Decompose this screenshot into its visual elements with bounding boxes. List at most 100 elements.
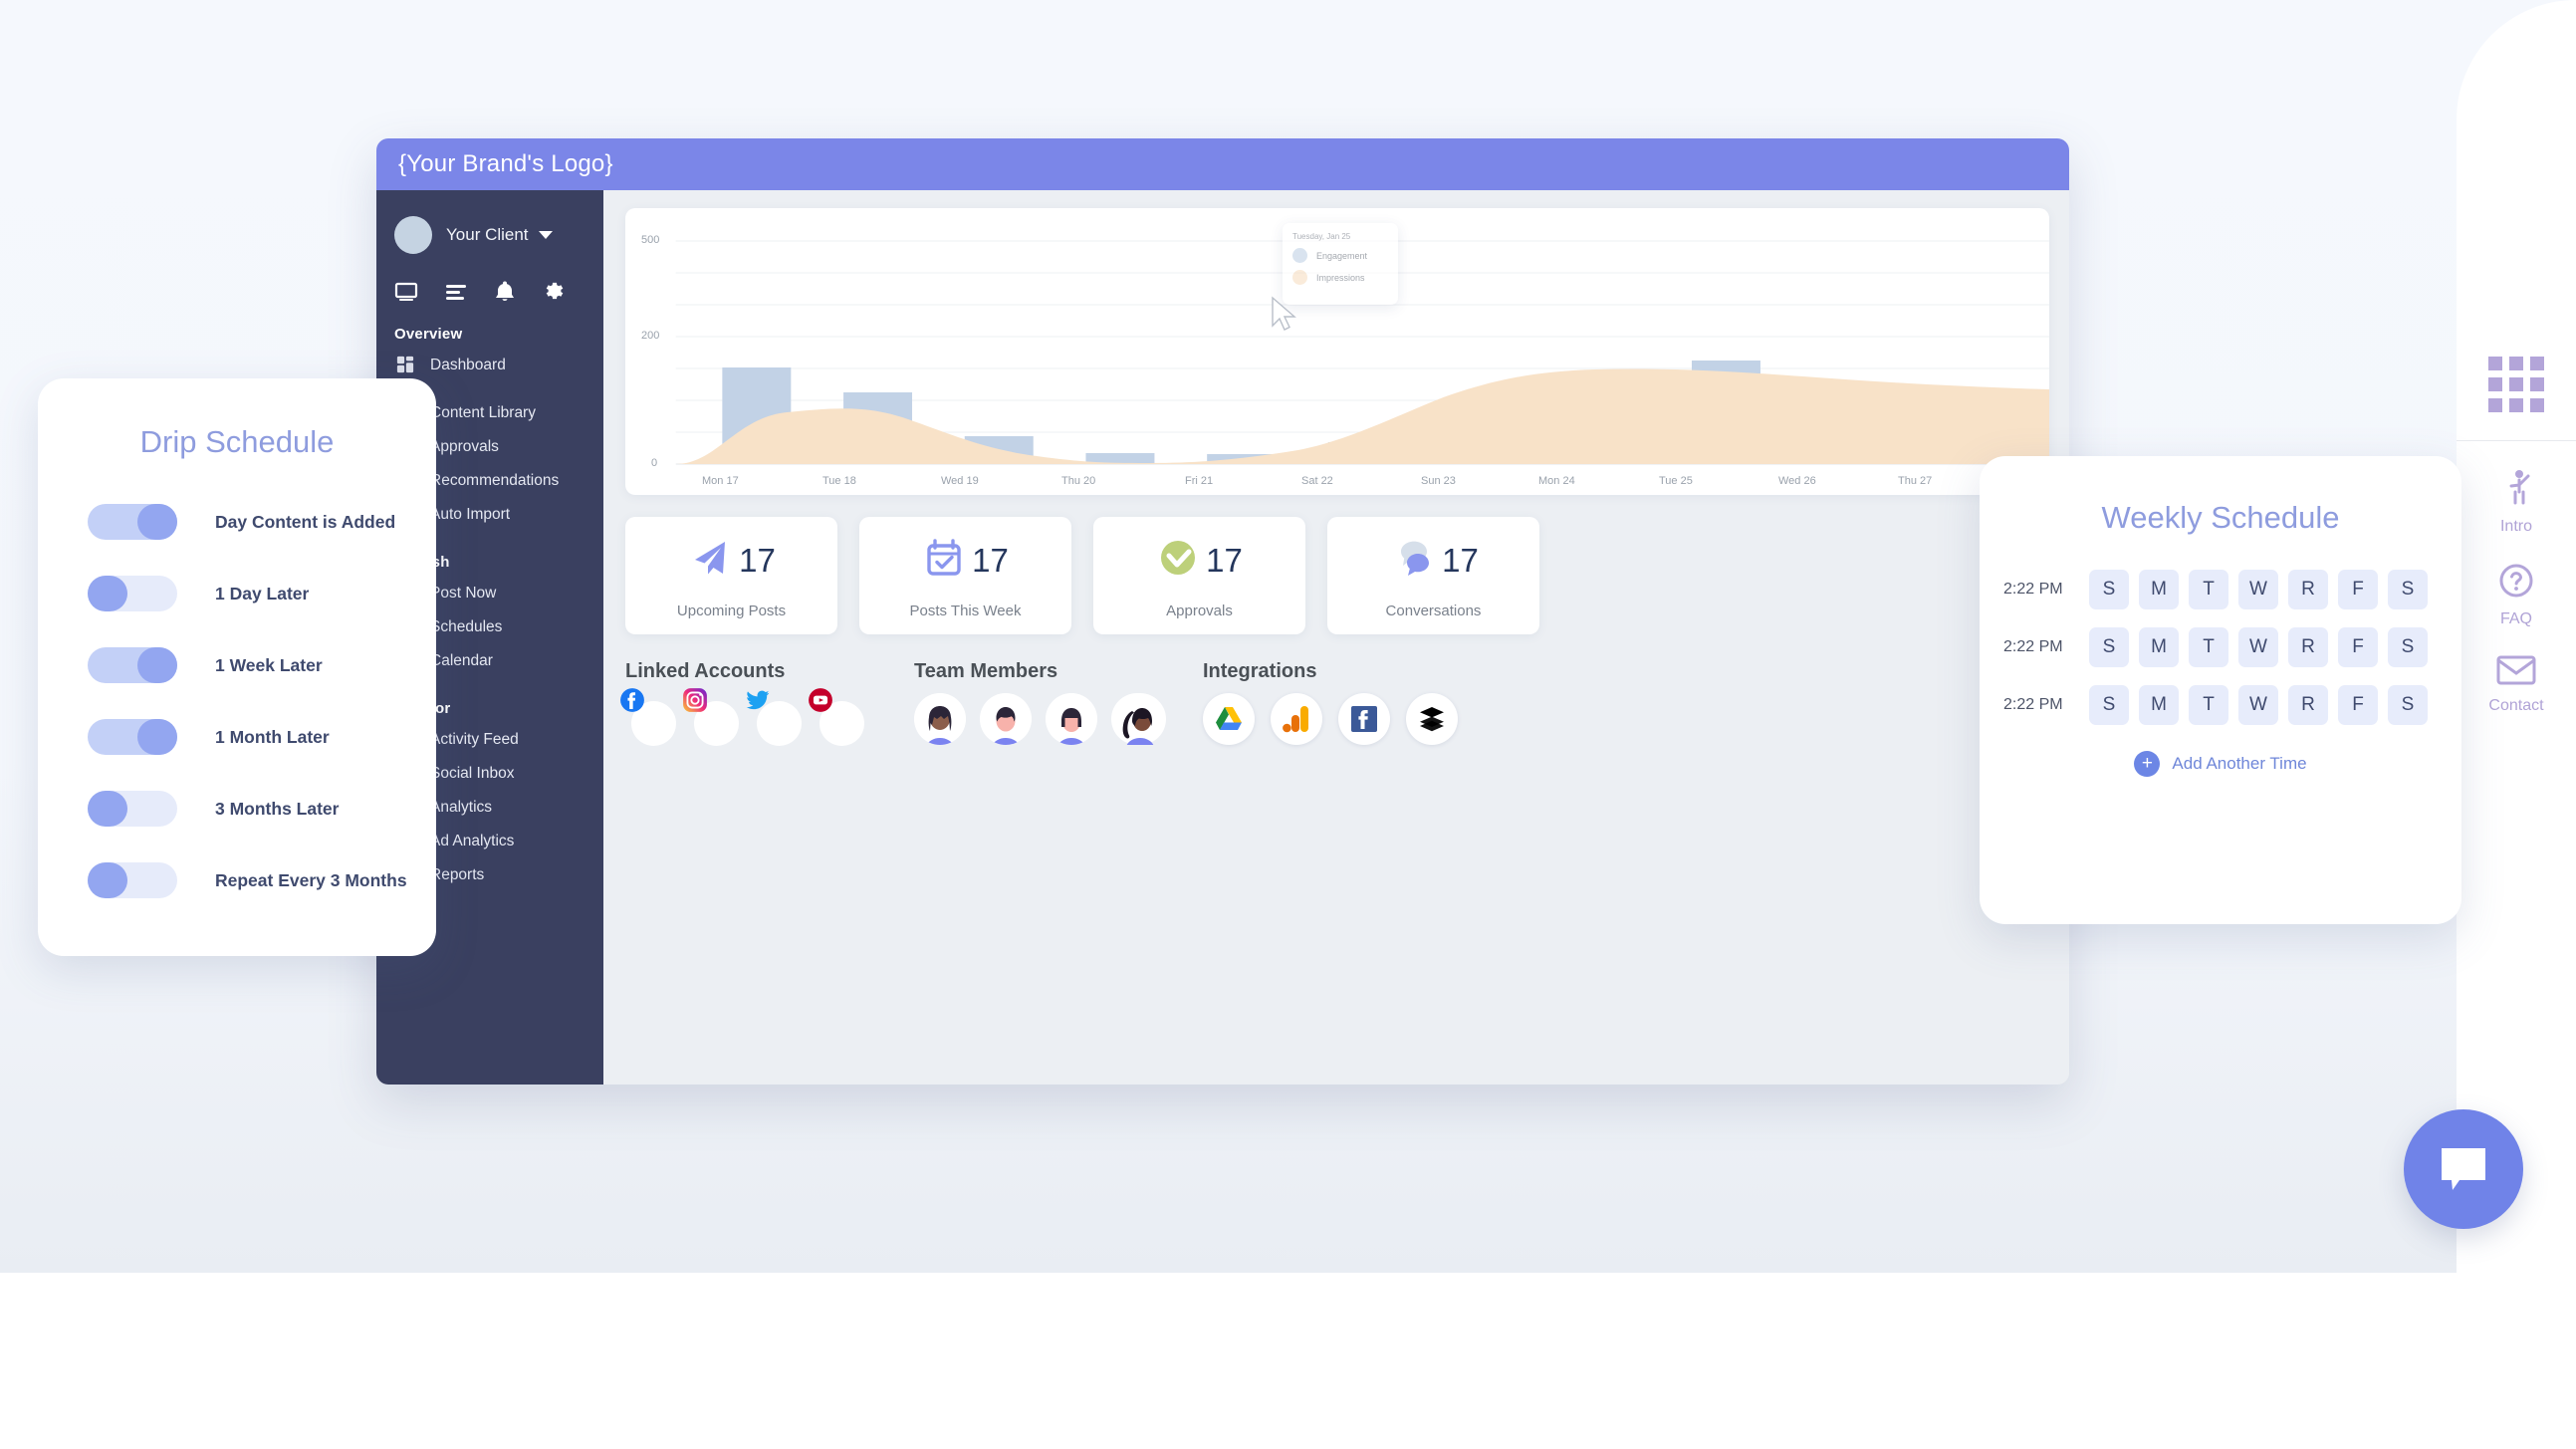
x-tick-label: Sun 23 [1421, 475, 1456, 487]
team-member-avatar[interactable] [980, 693, 1032, 745]
stat-card-approvals[interactable]: 17 Approvals [1093, 517, 1305, 634]
list-icon[interactable] [444, 280, 468, 304]
chart-tooltip: Tuesday, Jan 25 Engagement Impressions [1283, 223, 1398, 305]
add-another-time-button[interactable]: + Add Another Time [1980, 751, 2461, 777]
day-toggle-wednesday[interactable]: W [2238, 627, 2278, 667]
weekly-schedule-time[interactable]: 2:22 PM [2003, 696, 2077, 714]
day-toggle-friday[interactable]: F [2338, 570, 2378, 609]
team-member-avatar[interactable] [914, 693, 966, 745]
day-toggle-tuesday[interactable]: T [2189, 570, 2228, 609]
drip-toggle-label: 1 Month Later [215, 726, 330, 747]
main-content: 500 200 0 Mon 17 Tue 18 Wed 19 Thu 20 Fr… [603, 190, 2069, 1085]
screenshot-root: {Your Brand's Logo} Your Client Overview… [0, 0, 2576, 1449]
sidebar-item-label: Recommendations [430, 472, 560, 489]
stat-card-posts-this-week[interactable]: 17 Posts This Week [859, 517, 1071, 634]
day-toggle-wednesday[interactable]: W [2238, 685, 2278, 725]
sidebar-item-label: Schedules [430, 618, 503, 635]
day-toggle-sunday[interactable]: S [2089, 570, 2129, 609]
linked-account-item[interactable] [683, 688, 739, 746]
day-toggle-monday[interactable]: M [2139, 627, 2179, 667]
drip-toggle-3-months-later[interactable] [88, 791, 177, 827]
integration-item[interactable] [1271, 693, 1322, 745]
drip-schedule-row: 1 Day Later [88, 558, 436, 629]
stat-label: Conversations [1385, 602, 1482, 619]
section-title: Integrations [1203, 660, 1317, 682]
day-toggle-sunday[interactable]: S [2089, 685, 2129, 725]
day-toggle-thursday[interactable]: R [2288, 570, 2328, 609]
integration-item[interactable] [1203, 693, 1255, 745]
app-header: {Your Brand's Logo} [376, 138, 2069, 190]
day-toggle-wednesday[interactable]: W [2238, 570, 2278, 609]
apps-grid-icon [2457, 357, 2576, 412]
rail-item-contact[interactable]: Contact [2457, 628, 2576, 715]
day-toggle-friday[interactable]: F [2338, 685, 2378, 725]
linked-account-item[interactable] [746, 690, 802, 746]
drip-toggle-repeat-every-3-months[interactable] [88, 862, 177, 898]
day-toggle-saturday[interactable]: S [2388, 685, 2428, 725]
stat-value: 17 [1442, 541, 1479, 579]
day-toggle-monday[interactable]: M [2139, 570, 2179, 609]
drip-toggle-label: Day Content is Added [215, 511, 396, 532]
drip-toggle-day-content-added[interactable] [88, 504, 177, 540]
avatar [1046, 693, 1097, 745]
chart-plot-area: 500 200 0 Mon 17 Tue 18 Wed 19 Thu 20 Fr… [625, 208, 2049, 495]
buffer-icon [1420, 707, 1444, 732]
x-tick-label: Mon 17 [702, 475, 739, 487]
drip-schedule-row: Repeat Every 3 Months [88, 845, 436, 916]
rail-item-label: Intro [2499, 518, 2532, 535]
app-window: {Your Brand's Logo} Your Client Overview… [376, 138, 2069, 1085]
team-member-avatar[interactable] [1046, 693, 1097, 745]
sidebar-item-label: Content Library [430, 404, 536, 421]
day-toggle-friday[interactable]: F [2338, 627, 2378, 667]
engagement-legend-dot [1292, 248, 1307, 263]
day-toggle-thursday[interactable]: R [2288, 627, 2328, 667]
linked-accounts-section: Linked Accounts [620, 660, 914, 746]
avatar [1114, 693, 1166, 748]
bell-icon[interactable] [494, 280, 516, 304]
day-toggle-tuesday[interactable]: T [2189, 627, 2228, 667]
gear-icon[interactable] [542, 280, 566, 304]
stat-cards-row: 17 Upcoming Posts 17 Posts This Week 17 … [625, 517, 2049, 634]
drip-toggle-1-day-later[interactable] [88, 576, 177, 611]
monitor-icon[interactable] [394, 280, 418, 304]
weekly-day-toggles: S M T W R F S [2089, 570, 2428, 609]
integration-item[interactable] [1406, 693, 1458, 745]
drip-schedule-list: Day Content is Added 1 Day Later 1 Week … [38, 486, 436, 916]
weekly-schedule-time[interactable]: 2:22 PM [2003, 581, 2077, 599]
y-tick-500: 500 [641, 234, 660, 246]
day-toggle-tuesday[interactable]: T [2189, 685, 2228, 725]
stat-label: Approvals [1166, 602, 1233, 619]
drip-toggle-1-month-later[interactable] [88, 719, 177, 755]
day-toggle-saturday[interactable]: S [2388, 627, 2428, 667]
integrations-section: Integrations [1203, 660, 1458, 745]
chat-fab-button[interactable] [2404, 1109, 2523, 1229]
rail-item-intro[interactable]: Intro [2457, 441, 2576, 536]
weekly-schedule-time[interactable]: 2:22 PM [2003, 638, 2077, 656]
day-toggle-thursday[interactable]: R [2288, 685, 2328, 725]
apps-grid-button[interactable] [2457, 327, 2576, 441]
client-name: Your Client [446, 225, 529, 244]
linked-account-item[interactable] [620, 688, 676, 746]
linked-account-item[interactable] [809, 688, 864, 746]
drip-toggle-1-week-later[interactable] [88, 647, 177, 683]
client-switcher[interactable]: Your Client [376, 212, 603, 258]
weekly-day-toggles: S M T W R F S [2089, 627, 2428, 667]
section-title: Linked Accounts [625, 660, 786, 682]
rail-item-faq[interactable]: FAQ [2457, 536, 2576, 628]
day-toggle-monday[interactable]: M [2139, 685, 2179, 725]
day-toggle-sunday[interactable]: S [2089, 627, 2129, 667]
sidebar-item-label: Analytics [430, 799, 493, 816]
team-members-list [914, 693, 1203, 748]
weekly-schedule-row: 2:22 PM S M T W R F S [1980, 562, 2461, 617]
person-wave-icon [2509, 470, 2530, 505]
tooltip-series-label: Engagement [1316, 250, 1368, 261]
stat-card-upcoming-posts[interactable]: 17 Upcoming Posts [625, 517, 837, 634]
integration-item[interactable] [1338, 693, 1390, 745]
day-toggle-saturday[interactable]: S [2388, 570, 2428, 609]
team-member-avatar[interactable] [1111, 693, 1166, 748]
drip-schedule-title: Drip Schedule [139, 424, 335, 459]
bottom-sections: Linked Accounts Team Members Integration… [620, 660, 2049, 748]
stat-card-conversations[interactable]: 17 Conversations [1327, 517, 1539, 634]
integrations-list [1203, 693, 1458, 745]
sidebar-item-dashboard[interactable]: Dashboard [376, 349, 603, 382]
